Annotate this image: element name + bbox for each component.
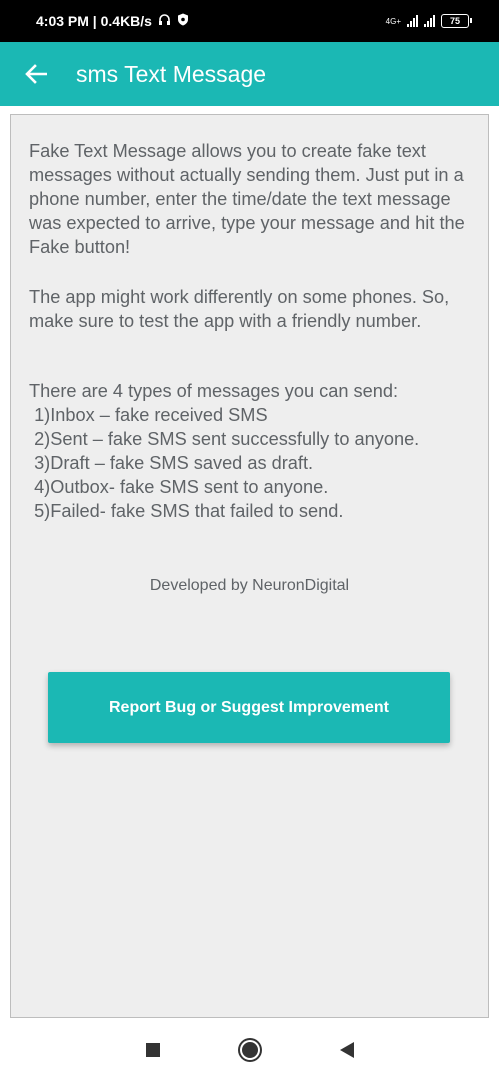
square-icon[interactable] [145, 1043, 160, 1057]
app-bar: sms Text Message [0, 42, 499, 106]
status-time: 4:03 PM | 0.4KB/s [36, 13, 152, 29]
page-title: sms Text Message [76, 60, 267, 87]
shield-icon [177, 13, 189, 29]
arrow-left-icon[interactable] [22, 60, 50, 88]
warning-paragraph: The app might work differently on some p… [29, 287, 455, 331]
system-nav-bar [0, 1020, 499, 1080]
content-panel: Fake Text Message allows you to create f… [10, 114, 489, 1018]
message-types-paragraph: There are 4 types of messages you can se… [29, 381, 420, 521]
headphones-icon [158, 13, 171, 29]
battery-icon: 75 [441, 14, 472, 28]
circle-icon[interactable] [241, 1042, 258, 1058]
report-bug-button[interactable]: Report Bug or Suggest Improvement [48, 672, 450, 743]
battery-level: 75 [449, 16, 460, 26]
signal-icon-2 [424, 15, 435, 27]
status-right: 4G+ 75 [385, 14, 472, 28]
description-paragraph: Fake Text Message allows you to create f… [29, 141, 470, 257]
signal-icon [407, 15, 418, 27]
status-left: 4:03 PM | 0.4KB/s [36, 13, 189, 29]
network-label: 4G+ [385, 16, 401, 26]
triangle-back-icon[interactable] [339, 1042, 354, 1058]
status-bar: 4:03 PM | 0.4KB/s 4G+ 75 [0, 0, 499, 42]
developer-credit: Developed by NeuronDigital [149, 577, 350, 594]
